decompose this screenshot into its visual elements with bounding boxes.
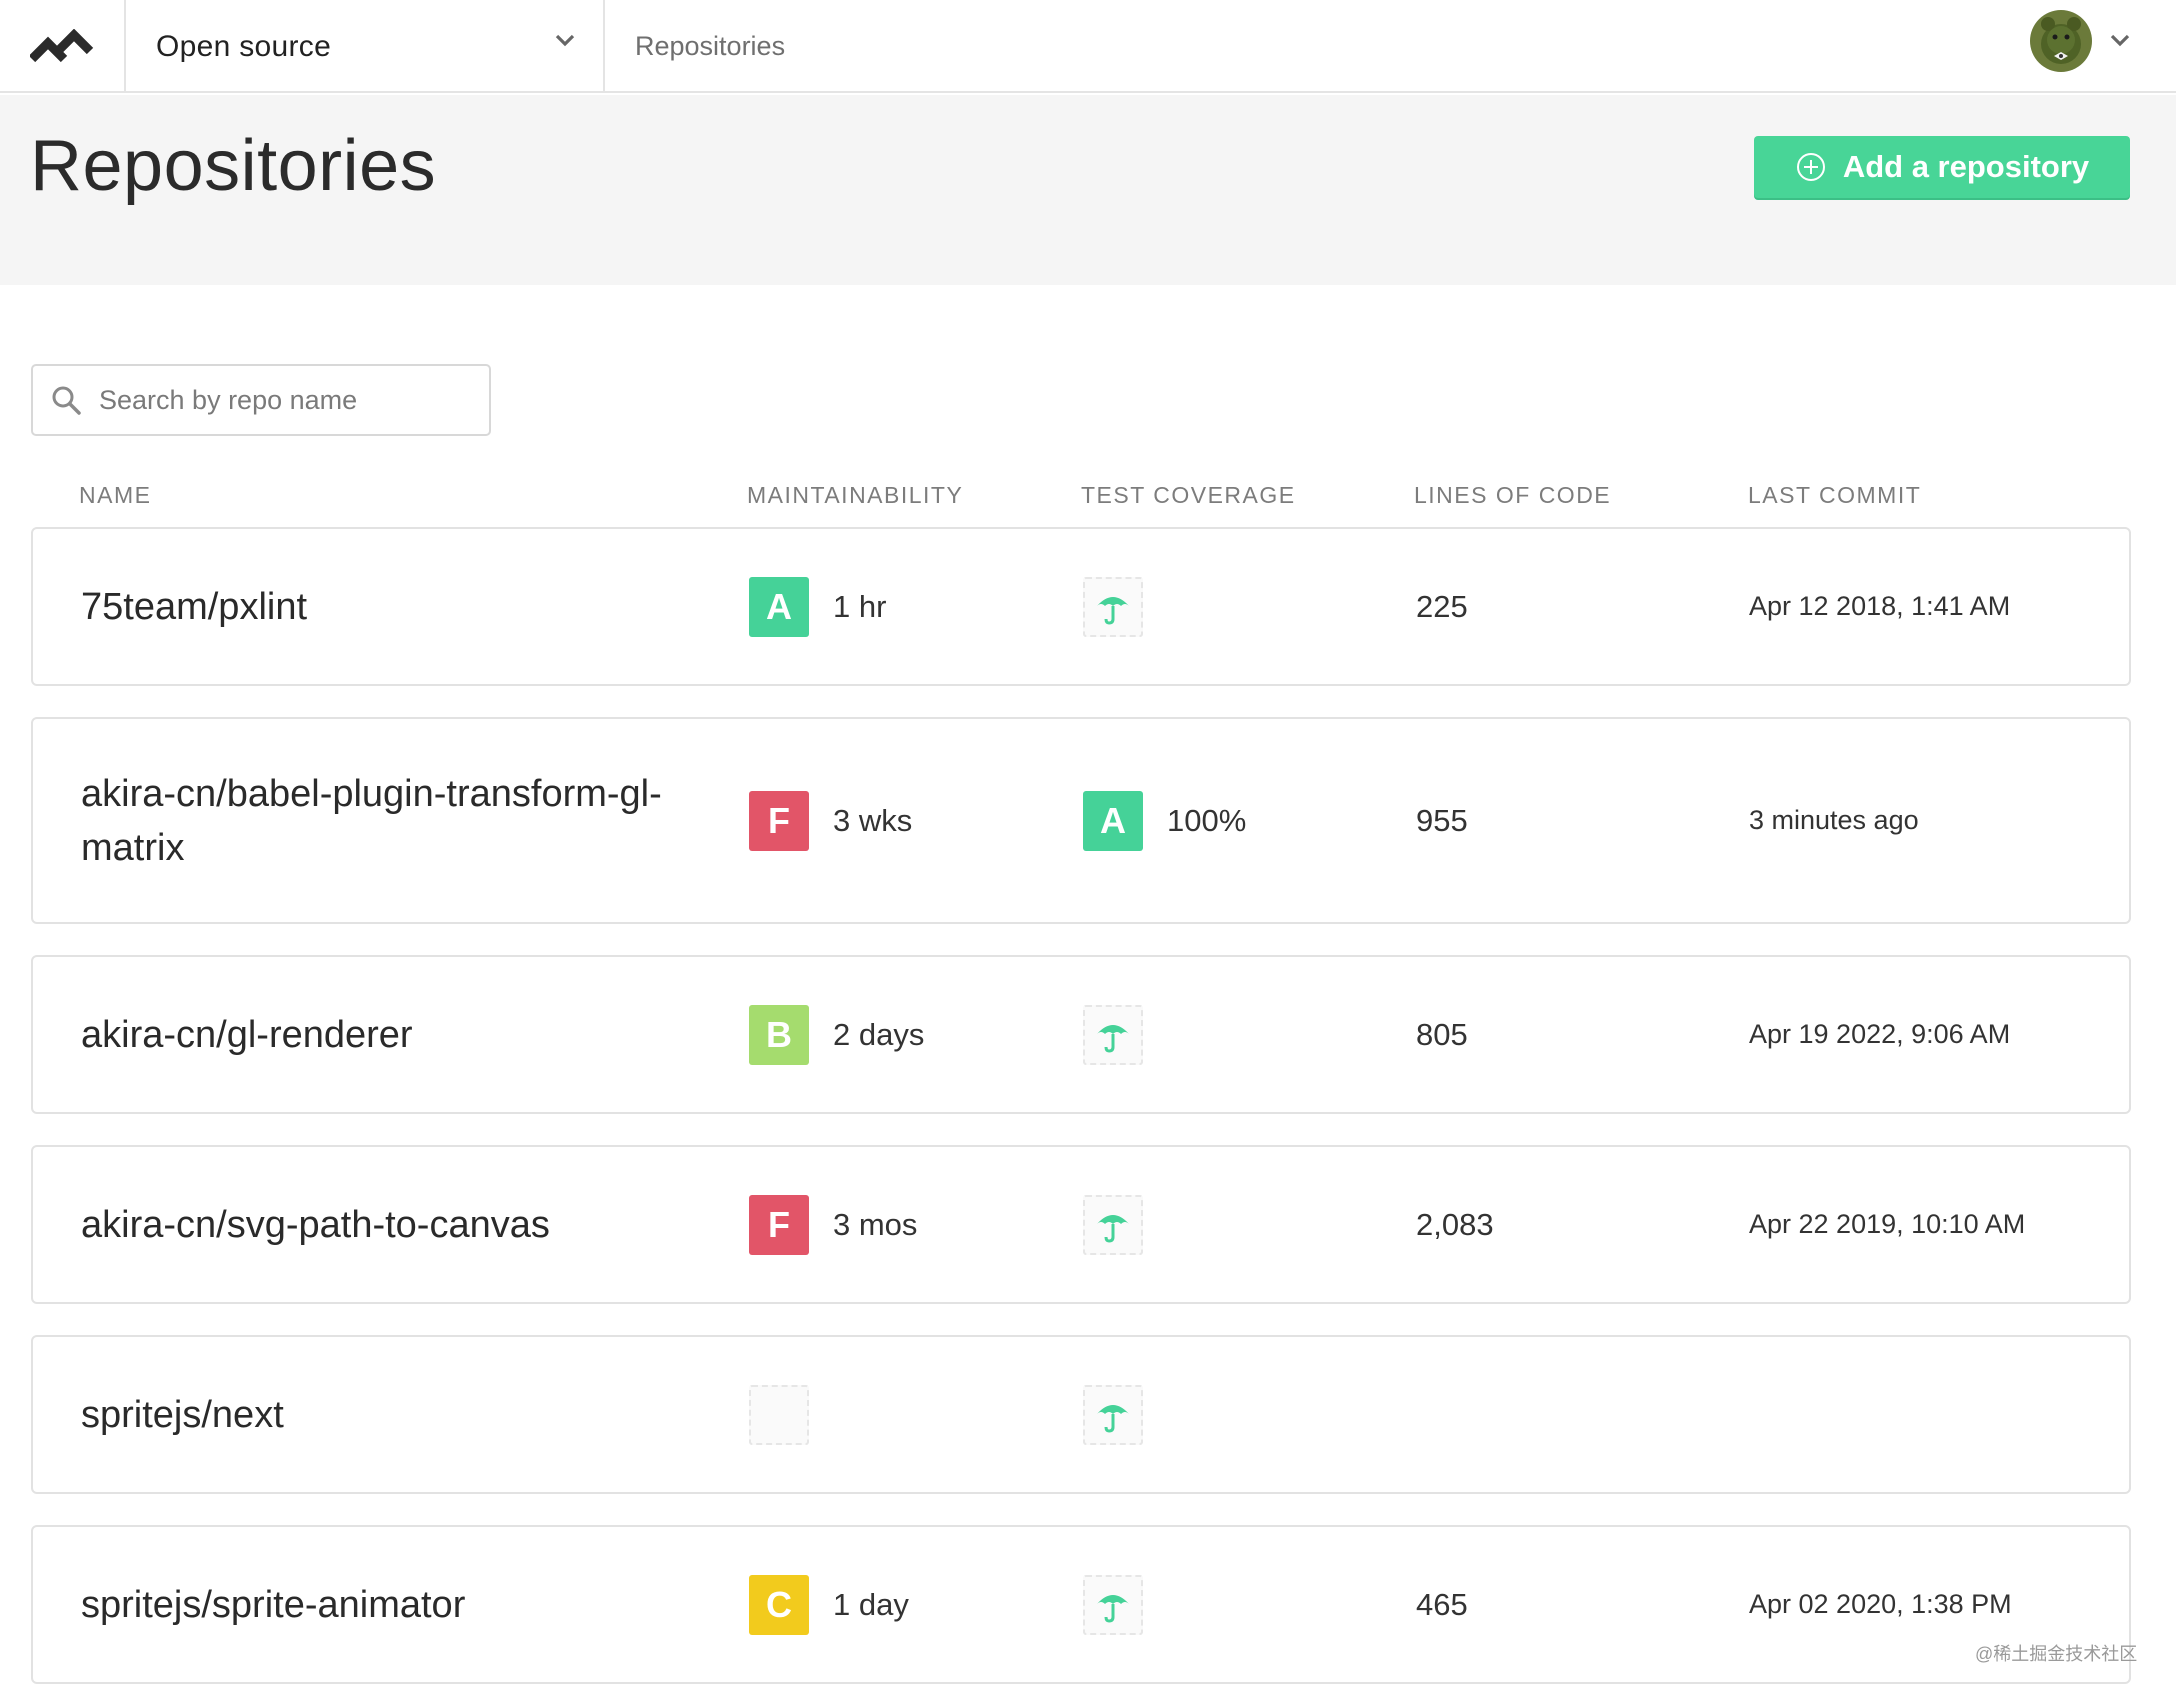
maintainability-grade-badge[interactable]: F (749, 790, 809, 851)
repo-name[interactable]: spritejs/next (81, 1337, 741, 1492)
test-coverage-cell (1083, 1527, 1143, 1682)
repo-name[interactable]: akira-cn/gl-renderer (81, 957, 741, 1112)
maintainability-value: 3 wks (833, 802, 913, 838)
lines-of-code: 2,083 (1416, 1206, 1494, 1242)
maintainability-cell: F 3 mos (749, 1147, 917, 1302)
top-nav: Open source Repositories (0, 0, 2176, 93)
coverage-setup-badge[interactable] (1083, 1004, 1143, 1065)
plus-circle-icon (1796, 153, 1825, 181)
repo-name[interactable]: spritejs/sprite-animator (81, 1527, 741, 1682)
last-commit: 3 minutes ago (1749, 805, 1919, 835)
repo-row[interactable]: akira-cn/gl-renderer B 2 days 805 Apr 19… (31, 955, 2131, 1114)
column-header-name[interactable]: NAME (79, 482, 151, 509)
coverage-grade-badge[interactable]: A (1083, 790, 1143, 851)
test-coverage-cell (1083, 957, 1143, 1112)
watermark: @稀土掘金技术社区 (1975, 1644, 2138, 1664)
coverage-setup-badge[interactable] (1083, 1574, 1143, 1635)
coverage-value: 100% (1167, 802, 1247, 838)
avatar-image (2030, 10, 2092, 72)
test-coverage-cell (1083, 1337, 1143, 1492)
maintainability-grade-badge[interactable]: C (749, 1574, 809, 1635)
maintainability-cell: C 1 day (749, 1527, 909, 1682)
add-repository-label: Add a repository (1842, 149, 2090, 184)
repo-name[interactable]: akira-cn/babel-plugin-transform-gl-matri… (81, 719, 741, 922)
repo-row[interactable]: akira-cn/svg-path-to-canvas F 3 mos 2,08… (31, 1145, 2131, 1304)
codeclimate-logo[interactable] (0, 0, 126, 93)
column-header-lines-of-code[interactable]: LINES OF CODE (1414, 482, 1611, 509)
lines-of-code: 225 (1416, 588, 1468, 624)
lines-of-code: 955 (1416, 802, 1468, 838)
last-commit: Apr 12 2018, 1:41 AM (1749, 591, 2011, 621)
maintainability-value: 3 mos (833, 1206, 918, 1242)
breadcrumb-repositories[interactable]: Repositories (635, 0, 785, 93)
umbrella-icon (1097, 1214, 1129, 1243)
org-switcher[interactable]: Open source (126, 0, 605, 93)
coverage-setup-badge[interactable] (1083, 1384, 1143, 1445)
repo-row[interactable]: 75team/pxlint A 1 hr 225 Apr 12 2018, 1:… (31, 527, 2131, 686)
avatar[interactable] (2030, 10, 2092, 72)
coverage-setup-badge[interactable] (1083, 576, 1143, 637)
coverage-setup-badge[interactable] (1083, 1194, 1143, 1255)
logo-mark-icon (30, 28, 94, 62)
maintainability-value: 1 day (833, 1586, 909, 1622)
repo-name[interactable]: akira-cn/svg-path-to-canvas (81, 1147, 741, 1302)
add-repository-button[interactable]: Add a repository (1754, 136, 2130, 198)
user-menu-chevron-icon[interactable] (2108, 28, 2132, 52)
umbrella-icon (1097, 1404, 1129, 1433)
umbrella-icon (1097, 596, 1129, 625)
maintainability-cell: B 2 days (749, 957, 924, 1112)
test-coverage-cell (1083, 529, 1143, 684)
chevron-down-icon (555, 34, 575, 47)
maintainability-cell (749, 1337, 809, 1492)
umbrella-icon (1097, 1594, 1129, 1623)
repo-name[interactable]: 75team/pxlint (81, 529, 741, 684)
test-coverage-cell (1083, 1147, 1143, 1302)
search-input[interactable] (99, 384, 469, 416)
lines-of-code: 465 (1416, 1586, 1468, 1622)
umbrella-icon (1097, 1024, 1129, 1053)
maintainability-grade-badge[interactable]: A (749, 576, 809, 637)
maintainability-value: 1 hr (833, 588, 887, 624)
repo-row[interactable]: spritejs/sprite-animator C 1 day 465 Apr… (31, 1525, 2131, 1684)
maintainability-value: 2 days (833, 1016, 925, 1052)
maintainability-grade-badge[interactable]: F (749, 1194, 809, 1255)
maintainability-empty-badge (749, 1384, 809, 1445)
org-name: Open source (156, 29, 332, 63)
page-header: Repositories Add a repository (0, 95, 2176, 285)
last-commit: Apr 02 2020, 1:38 PM (1749, 1589, 2012, 1619)
repo-row[interactable]: akira-cn/babel-plugin-transform-gl-matri… (31, 717, 2131, 924)
page-title: Repositories (30, 126, 437, 206)
maintainability-cell: A 1 hr (749, 529, 886, 684)
maintainability-grade-badge[interactable]: B (749, 1004, 809, 1065)
repo-search[interactable] (31, 364, 491, 436)
lines-of-code: 805 (1416, 1016, 1468, 1052)
last-commit: Apr 22 2019, 10:10 AM (1749, 1209, 2026, 1239)
column-header-maintainability[interactable]: MAINTAINABILITY (747, 482, 963, 509)
search-icon (52, 386, 81, 415)
repo-row[interactable]: spritejs/next (31, 1335, 2131, 1494)
last-commit: Apr 19 2022, 9:06 AM (1749, 1019, 2011, 1049)
column-header-last-commit[interactable]: LAST COMMIT (1748, 482, 1921, 509)
column-header-test-coverage[interactable]: TEST COVERAGE (1081, 482, 1296, 509)
test-coverage-cell: A 100% (1083, 719, 1246, 922)
maintainability-cell: F 3 wks (749, 719, 912, 922)
